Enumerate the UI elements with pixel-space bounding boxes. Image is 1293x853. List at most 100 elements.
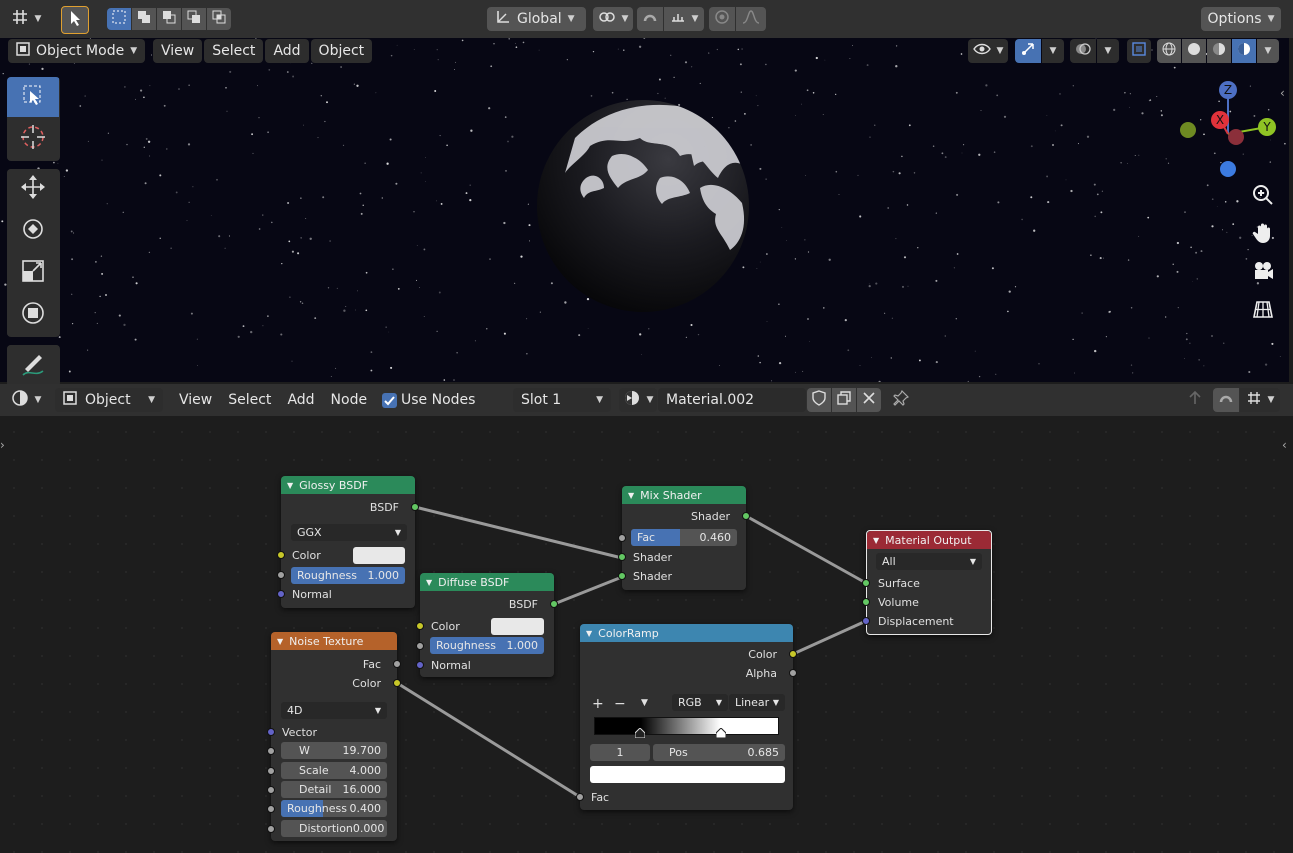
shading-rendered-button[interactable] bbox=[1232, 39, 1256, 63]
ramp-menu-chevron-icon[interactable]: ▼ bbox=[641, 698, 648, 708]
input-socket-w[interactable] bbox=[267, 747, 275, 755]
node-glossy-bsdf[interactable]: ▼ Glossy BSDF BSDF GGX ▼ Color Roughness 1.… bbox=[277, 476, 419, 608]
input-socket-normal[interactable] bbox=[277, 590, 285, 598]
tool-rotate[interactable] bbox=[7, 211, 59, 251]
output-socket-bsdf[interactable] bbox=[411, 503, 419, 511]
menu-view[interactable]: View bbox=[153, 39, 203, 63]
duplicate-material-button[interactable] bbox=[832, 388, 856, 412]
sidebar-expand-arrow-icon[interactable]: ‹ bbox=[1280, 86, 1285, 100]
node-colorramp[interactable]: ▼ ColorRamp Color Alpha + − ▼ RGB ▼ Linear… bbox=[576, 624, 797, 810]
gizmo-neg-x[interactable] bbox=[1228, 129, 1244, 145]
input-socket-volume[interactable] bbox=[862, 598, 870, 606]
input-socket-roughness[interactable] bbox=[416, 642, 424, 650]
shading-solid-button[interactable] bbox=[1182, 39, 1206, 63]
input-socket-surface[interactable] bbox=[862, 579, 870, 587]
material-browse-button[interactable]: ▼ bbox=[619, 388, 657, 412]
material-name-field[interactable]: Material.002 bbox=[658, 388, 806, 412]
select-intersect-button[interactable] bbox=[207, 8, 231, 30]
menu-object[interactable]: Object bbox=[310, 39, 373, 63]
input-socket-displacement[interactable] bbox=[862, 617, 870, 625]
collapse-triangle-icon[interactable]: ▼ bbox=[586, 629, 592, 638]
collapse-triangle-icon[interactable]: ▼ bbox=[628, 491, 634, 500]
node-mix-shader[interactable]: ▼ Mix Shader Shader Fac 0.460 Shader Shade… bbox=[618, 486, 750, 590]
fake-user-button[interactable] bbox=[807, 388, 831, 412]
node-header[interactable]: ▼ Mix Shader bbox=[622, 486, 746, 504]
color-swatch[interactable] bbox=[353, 547, 405, 564]
input-socket-vector[interactable] bbox=[267, 728, 275, 736]
add-stop-button[interactable]: + bbox=[592, 696, 604, 712]
shading-dropdown[interactable]: ▼ bbox=[1257, 39, 1279, 63]
dimensions-dropdown[interactable]: 4D ▼ bbox=[281, 702, 387, 719]
output-socket-bsdf[interactable] bbox=[550, 600, 558, 608]
menu-add[interactable]: Add bbox=[265, 39, 309, 63]
zoom-button[interactable] bbox=[1247, 181, 1279, 213]
mode-dropdown[interactable]: Object Mode ▼ bbox=[8, 39, 145, 63]
output-socket-shader[interactable] bbox=[742, 512, 750, 520]
output-socket-alpha[interactable] bbox=[789, 669, 797, 677]
gizmo-dropdown[interactable]: ▼ bbox=[1042, 39, 1064, 63]
navigation-gizmo[interactable]: Z Y X bbox=[1170, 76, 1280, 186]
node-header[interactable]: ▼ Diffuse BSDF bbox=[420, 573, 554, 591]
node-canvas[interactable]: › ‹ ▼ Glossy BSDF BSDF GGX ▼ Color Roughne… bbox=[0, 418, 1293, 853]
select-new-button[interactable] bbox=[107, 8, 131, 30]
color-mode-dropdown[interactable]: RGB ▼ bbox=[672, 694, 728, 711]
node-menu-node[interactable]: Node bbox=[323, 388, 376, 412]
roughness-slider[interactable]: Roughness 1.000 bbox=[430, 637, 544, 654]
pan-button[interactable] bbox=[1247, 219, 1279, 251]
select-extend-button[interactable] bbox=[132, 8, 156, 30]
collapse-triangle-icon[interactable]: ▼ bbox=[277, 637, 283, 646]
tool-annotate[interactable] bbox=[7, 345, 59, 385]
node-noise-texture[interactable]: ▼ Noise Texture Fac Color 4D ▼ Vector W 19.… bbox=[267, 632, 401, 841]
distribution-dropdown[interactable]: GGX ▼ bbox=[291, 524, 407, 541]
options-dropdown[interactable]: Options ▼ bbox=[1201, 7, 1281, 31]
color-swatch[interactable] bbox=[491, 618, 544, 635]
output-socket-color[interactable] bbox=[393, 679, 401, 687]
node-snap-target-dropdown[interactable]: ▼ bbox=[1240, 388, 1280, 412]
input-socket-detail[interactable] bbox=[267, 786, 275, 794]
color-stop-handle[interactable] bbox=[634, 727, 646, 739]
overlays-dropdown[interactable]: ▼ bbox=[1097, 39, 1119, 63]
node-editor-type-button[interactable]: ▼ bbox=[6, 388, 46, 412]
parent-node-tree-button[interactable] bbox=[1183, 388, 1207, 412]
node-snap-button[interactable] bbox=[1213, 388, 1239, 412]
distortion-field[interactable]: Distortion 0.000 bbox=[281, 820, 387, 837]
snap-toggle-button[interactable] bbox=[637, 7, 663, 31]
snap-target-dropdown[interactable]: ▼ bbox=[664, 7, 704, 31]
roughness-slider[interactable]: Roughness 0.400 bbox=[281, 800, 387, 817]
node-header[interactable]: ▼ Material Output bbox=[867, 531, 991, 549]
node-header[interactable]: ▼ Glossy BSDF bbox=[281, 476, 415, 494]
camera-view-button[interactable] bbox=[1247, 257, 1279, 289]
xray-toggle-button[interactable] bbox=[1127, 39, 1151, 63]
fac-slider[interactable]: Fac 0.460 bbox=[631, 529, 737, 546]
input-socket-scale[interactable] bbox=[267, 767, 275, 775]
menu-select[interactable]: Select bbox=[204, 39, 264, 63]
tool-select-box[interactable] bbox=[7, 77, 59, 117]
select-subtract-button[interactable] bbox=[157, 8, 181, 30]
output-target-dropdown[interactable]: All ▼ bbox=[876, 553, 982, 570]
falloff-dropdown[interactable] bbox=[736, 7, 766, 31]
tool-scale[interactable] bbox=[7, 253, 59, 293]
output-socket-fac[interactable] bbox=[393, 660, 401, 668]
collapse-triangle-icon[interactable]: ▼ bbox=[426, 578, 432, 587]
visibility-dropdown[interactable]: ▼ bbox=[968, 39, 1008, 63]
node-menu-select[interactable]: Select bbox=[220, 388, 279, 412]
node-material-output[interactable]: ▼ Material Output All ▼ Surface Volume Dis… bbox=[862, 530, 992, 635]
select-invert-button[interactable] bbox=[182, 8, 206, 30]
3d-viewport[interactable] bbox=[0, 38, 1289, 382]
gizmo-toggle-button[interactable] bbox=[1015, 39, 1041, 63]
scale-field[interactable]: Scale 4.000 bbox=[281, 762, 387, 779]
use-nodes-checkbox[interactable]: Use Nodes bbox=[382, 392, 475, 408]
overlays-toggle-button[interactable] bbox=[1070, 39, 1096, 63]
input-socket-color[interactable] bbox=[416, 622, 424, 630]
detail-field[interactable]: Detail 16.000 bbox=[281, 781, 387, 798]
input-socket-color[interactable] bbox=[277, 551, 285, 559]
tool-cursor[interactable] bbox=[7, 119, 59, 159]
slot-dropdown[interactable]: Slot 1 ▼ bbox=[513, 388, 611, 412]
stop-color-swatch[interactable] bbox=[590, 766, 785, 783]
gizmo-neg-z[interactable] bbox=[1220, 161, 1236, 177]
pivot-point-dropdown[interactable]: ▼ bbox=[593, 7, 633, 31]
collapse-triangle-icon[interactable]: ▼ bbox=[287, 481, 293, 490]
select-tool-button[interactable] bbox=[61, 6, 89, 34]
shader-type-dropdown[interactable]: Object ▼ bbox=[55, 388, 163, 412]
node-diffuse-bsdf[interactable]: ▼ Diffuse BSDF BSDF Color Roughness 1.000 … bbox=[416, 573, 558, 677]
